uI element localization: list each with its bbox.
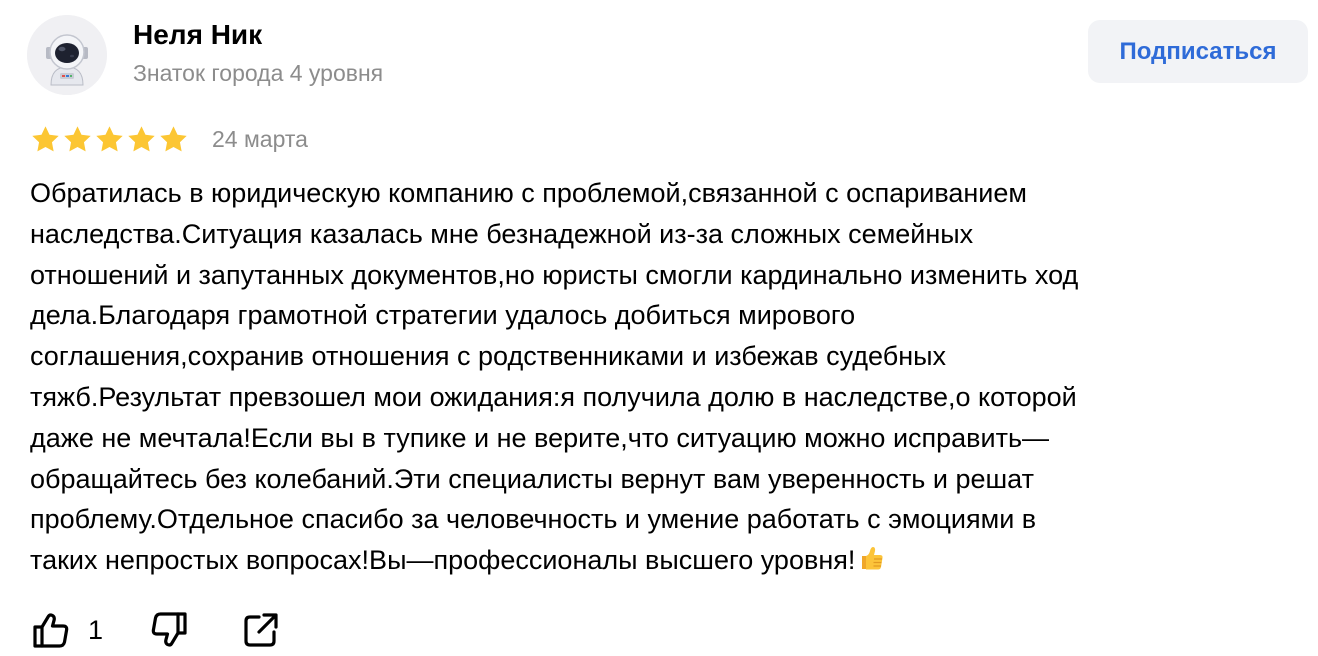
star-icon xyxy=(96,126,123,152)
avatar[interactable] xyxy=(27,15,107,95)
review-text-line: отношений и запутанных документов,но юри… xyxy=(30,259,1079,290)
review-date: 24 марта xyxy=(212,126,308,152)
review-text-last-line: таких непростых вопросах!Вы—профессионал… xyxy=(30,540,1300,581)
thumbs-up-icon xyxy=(33,613,69,648)
review-text-line: дела.Благодаря грамотной стратегии удало… xyxy=(30,300,856,331)
astronaut-avatar-icon xyxy=(27,15,107,95)
star-icon xyxy=(128,126,155,152)
review-text: Обратилась в юридическую компанию с проб… xyxy=(30,173,1300,581)
star-icon xyxy=(160,126,187,152)
thumbs-up-emoji-icon xyxy=(862,547,883,570)
author-name[interactable]: Неля Ник xyxy=(133,18,262,52)
thumbs-down-icon xyxy=(151,612,187,647)
review-text-line: соглашения,сохранив отношения с родствен… xyxy=(30,341,947,372)
review-text-line: тяжб.Результат превзошел мои ожидания:я … xyxy=(30,381,1077,412)
review-text-line: Обратилась в юридическую компанию с проб… xyxy=(30,178,1027,208)
review-text-line: наследства.Ситуация казалась мне безнаде… xyxy=(30,218,974,249)
like-button[interactable]: 1 xyxy=(30,608,103,652)
review-text-line: проблему.Отдельное спасибо за человечнос… xyxy=(30,504,1037,535)
subscribe-button[interactable]: Подписаться xyxy=(1088,20,1308,83)
review-text-line: обращайтесь без колебаний.Эти специалист… xyxy=(30,463,1034,494)
author-level: Знаток города 4 уровня xyxy=(133,60,384,86)
share-button[interactable] xyxy=(240,608,282,652)
dislike-button[interactable] xyxy=(148,608,190,652)
review-text-line: таких непростых вопросах!Вы—профессионал… xyxy=(30,545,856,576)
rating-stars xyxy=(30,124,189,156)
review-text-line: даже не мечтала!Если вы в тупике и не ве… xyxy=(30,422,1050,453)
review-card: Неля Ник Знаток города 4 уровня Подписат… xyxy=(0,0,1318,656)
like-count: 1 xyxy=(88,615,104,645)
star-icon xyxy=(64,126,91,152)
share-icon xyxy=(244,613,278,647)
star-icon xyxy=(32,126,59,152)
